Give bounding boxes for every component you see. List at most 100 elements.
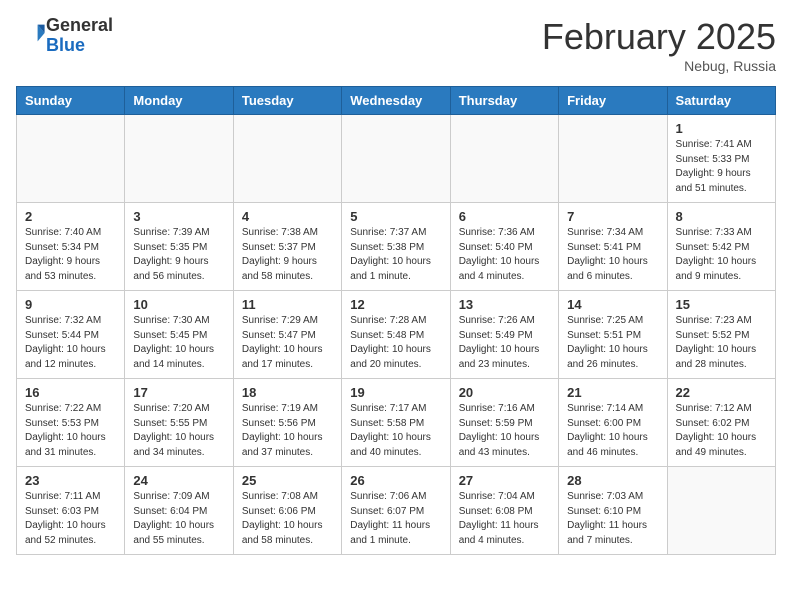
day-number: 13 (459, 297, 550, 312)
calendar-cell: 12Sunrise: 7:28 AM Sunset: 5:48 PM Dayli… (342, 291, 450, 379)
day-number: 5 (350, 209, 441, 224)
calendar-week-row: 16 Sunrise: 7:22 AM Sunset: 5:53 PM Dayli… (17, 379, 776, 467)
day-info: Sunrise: 7:36 AM Sunset: 5:40 PM Dayligh… (459, 226, 550, 284)
day-number: 15 (676, 297, 767, 312)
calendar-cell: 16 Sunrise: 7:22 AM Sunset: 5:53 PM Dayli… (17, 379, 125, 467)
calendar-cell: 5Sunrise: 7:37 AM Sunset: 5:38 PM Daylig… (342, 203, 450, 291)
day-info: Sunrise: 7:39 AM Sunset: 5:35 PM Dayligh… (133, 226, 224, 284)
weekday-header-monday: Monday (125, 87, 233, 115)
calendar-cell: 27 Sunrise: 7:04 AM Sunset: 6:08 PM Dayli… (450, 467, 558, 555)
day-info: Sunrise: 7:16 AM Sunset: 5:59 PM Dayligh… (459, 402, 550, 460)
day-info: Sunrise: 7:33 AM Sunset: 5:42 PM Dayligh… (676, 226, 767, 284)
day-info: Sunrise: 7:04 AM Sunset: 6:08 PM Dayligh… (459, 490, 550, 548)
day-number: 22 (676, 385, 767, 400)
day-number: 8 (676, 209, 767, 224)
day-info: Sunrise: 7:41 AM Sunset: 5:33 PM Dayligh… (676, 138, 767, 196)
calendar-cell (125, 115, 233, 203)
calendar-cell (342, 115, 450, 203)
calendar-cell: 1 Sunrise: 7:41 AM Sunset: 5:33 PM Daylig… (667, 115, 775, 203)
day-number: 28 (567, 473, 658, 488)
day-info: Sunrise: 7:03 AM Sunset: 6:10 PM Dayligh… (567, 490, 658, 548)
calendar-cell: 8 Sunrise: 7:33 AM Sunset: 5:42 PM Daylig… (667, 203, 775, 291)
calendar-cell: 10Sunrise: 7:30 AM Sunset: 5:45 PM Dayli… (125, 291, 233, 379)
calendar-cell: 19 Sunrise: 7:17 AM Sunset: 5:58 PM Dayli… (342, 379, 450, 467)
month-year-title: February 2025 (542, 16, 776, 58)
day-info: Sunrise: 7:19 AM Sunset: 5:56 PM Dayligh… (242, 402, 333, 460)
day-number: 16 (25, 385, 116, 400)
logo: General Blue (16, 16, 113, 56)
day-info: Sunrise: 7:14 AM Sunset: 6:00 PM Dayligh… (567, 402, 658, 460)
logo-icon (18, 19, 46, 47)
day-number: 2 (25, 209, 116, 224)
calendar-week-row: 23 Sunrise: 7:11 AM Sunset: 6:03 PM Dayli… (17, 467, 776, 555)
day-number: 24 (133, 473, 224, 488)
day-info: Sunrise: 7:12 AM Sunset: 6:02 PM Dayligh… (676, 402, 767, 460)
day-number: 3 (133, 209, 224, 224)
day-info: Sunrise: 7:38 AM Sunset: 5:37 PM Dayligh… (242, 226, 333, 284)
day-number: 17 (133, 385, 224, 400)
day-number: 10 (133, 297, 224, 312)
calendar-week-row: 2 Sunrise: 7:40 AM Sunset: 5:34 PM Daylig… (17, 203, 776, 291)
day-info: Sunrise: 7:28 AM Sunset: 5:48 PM Dayligh… (350, 314, 441, 372)
calendar-cell: 22 Sunrise: 7:12 AM Sunset: 6:02 PM Dayli… (667, 379, 775, 467)
calendar-cell: 24 Sunrise: 7:09 AM Sunset: 6:04 PM Dayli… (125, 467, 233, 555)
day-info: Sunrise: 7:22 AM Sunset: 5:53 PM Dayligh… (25, 402, 116, 460)
weekday-header-wednesday: Wednesday (342, 87, 450, 115)
calendar-week-row: 1 Sunrise: 7:41 AM Sunset: 5:33 PM Daylig… (17, 115, 776, 203)
day-number: 23 (25, 473, 116, 488)
calendar-cell: 25 Sunrise: 7:08 AM Sunset: 6:06 PM Dayli… (233, 467, 341, 555)
day-number: 19 (350, 385, 441, 400)
weekday-header-saturday: Saturday (667, 87, 775, 115)
calendar-cell (17, 115, 125, 203)
calendar-week-row: 9Sunrise: 7:32 AM Sunset: 5:44 PM Daylig… (17, 291, 776, 379)
day-number: 11 (242, 297, 333, 312)
calendar-cell: 11 Sunrise: 7:29 AM Sunset: 5:47 PM Dayli… (233, 291, 341, 379)
calendar-cell: 3 Sunrise: 7:39 AM Sunset: 5:35 PM Daylig… (125, 203, 233, 291)
weekday-header-sunday: Sunday (17, 87, 125, 115)
calendar-cell: 6 Sunrise: 7:36 AM Sunset: 5:40 PM Daylig… (450, 203, 558, 291)
day-number: 1 (676, 121, 767, 136)
day-info: Sunrise: 7:32 AM Sunset: 5:44 PM Dayligh… (25, 314, 116, 372)
calendar-cell: 13 Sunrise: 7:26 AM Sunset: 5:49 PM Dayli… (450, 291, 558, 379)
calendar-cell: 17 Sunrise: 7:20 AM Sunset: 5:55 PM Dayli… (125, 379, 233, 467)
day-number: 14 (567, 297, 658, 312)
weekday-header-row: SundayMondayTuesdayWednesdayThursdayFrid… (17, 87, 776, 115)
day-info: Sunrise: 7:11 AM Sunset: 6:03 PM Dayligh… (25, 490, 116, 548)
day-number: 25 (242, 473, 333, 488)
calendar-cell: 26 Sunrise: 7:06 AM Sunset: 6:07 PM Dayli… (342, 467, 450, 555)
calendar-cell (233, 115, 341, 203)
day-info: Sunrise: 7:08 AM Sunset: 6:06 PM Dayligh… (242, 490, 333, 548)
day-info: Sunrise: 7:17 AM Sunset: 5:58 PM Dayligh… (350, 402, 441, 460)
day-info: Sunrise: 7:40 AM Sunset: 5:34 PM Dayligh… (25, 226, 116, 284)
calendar-cell: 21Sunrise: 7:14 AM Sunset: 6:00 PM Dayli… (559, 379, 667, 467)
calendar-table: SundayMondayTuesdayWednesdayThursdayFrid… (16, 86, 776, 555)
calendar-cell: 7 Sunrise: 7:34 AM Sunset: 5:41 PM Daylig… (559, 203, 667, 291)
weekday-header-thursday: Thursday (450, 87, 558, 115)
day-info: Sunrise: 7:29 AM Sunset: 5:47 PM Dayligh… (242, 314, 333, 372)
calendar-cell: 18 Sunrise: 7:19 AM Sunset: 5:56 PM Dayli… (233, 379, 341, 467)
day-info: Sunrise: 7:09 AM Sunset: 6:04 PM Dayligh… (133, 490, 224, 548)
day-info: Sunrise: 7:34 AM Sunset: 5:41 PM Dayligh… (567, 226, 658, 284)
calendar-cell (559, 115, 667, 203)
day-info: Sunrise: 7:26 AM Sunset: 5:49 PM Dayligh… (459, 314, 550, 372)
day-info: Sunrise: 7:25 AM Sunset: 5:51 PM Dayligh… (567, 314, 658, 372)
calendar-cell: 14 Sunrise: 7:25 AM Sunset: 5:51 PM Dayli… (559, 291, 667, 379)
calendar-cell: 20Sunrise: 7:16 AM Sunset: 5:59 PM Dayli… (450, 379, 558, 467)
day-number: 7 (567, 209, 658, 224)
day-info: Sunrise: 7:20 AM Sunset: 5:55 PM Dayligh… (133, 402, 224, 460)
day-number: 27 (459, 473, 550, 488)
day-info: Sunrise: 7:23 AM Sunset: 5:52 PM Dayligh… (676, 314, 767, 372)
location-subtitle: Nebug, Russia (542, 58, 776, 74)
day-number: 18 (242, 385, 333, 400)
calendar-cell: 4 Sunrise: 7:38 AM Sunset: 5:37 PM Daylig… (233, 203, 341, 291)
day-number: 26 (350, 473, 441, 488)
calendar-cell: 15 Sunrise: 7:23 AM Sunset: 5:52 PM Dayli… (667, 291, 775, 379)
day-number: 6 (459, 209, 550, 224)
day-info: Sunrise: 7:06 AM Sunset: 6:07 PM Dayligh… (350, 490, 441, 548)
calendar-cell: 28 Sunrise: 7:03 AM Sunset: 6:10 PM Dayli… (559, 467, 667, 555)
day-number: 4 (242, 209, 333, 224)
logo-general-text: General (46, 15, 113, 35)
calendar-cell (667, 467, 775, 555)
calendar-cell: 23 Sunrise: 7:11 AM Sunset: 6:03 PM Dayli… (17, 467, 125, 555)
weekday-header-tuesday: Tuesday (233, 87, 341, 115)
